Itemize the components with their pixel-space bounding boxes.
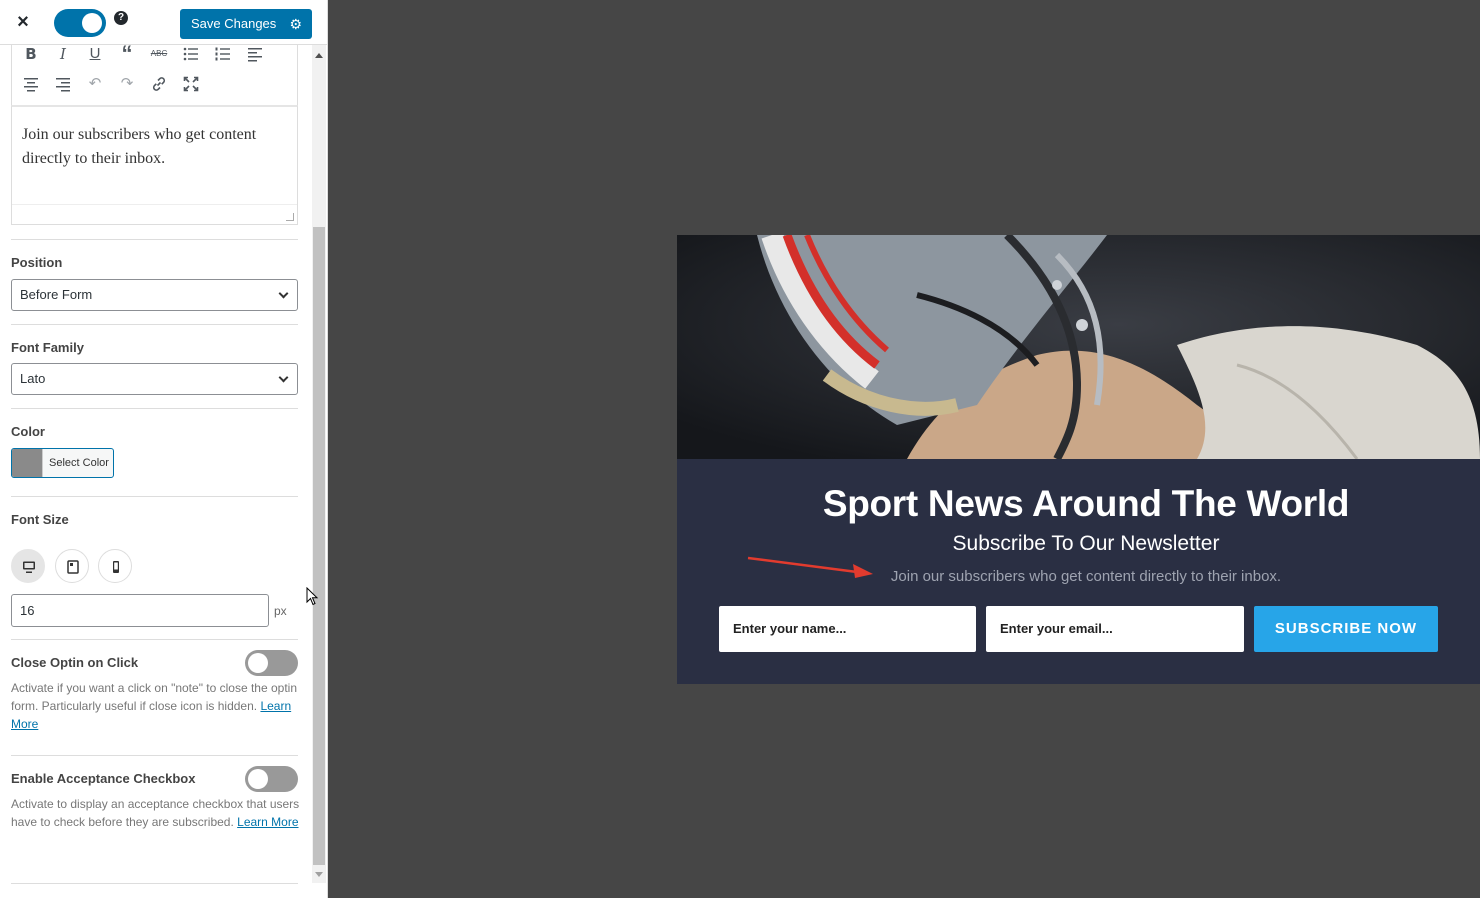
resize-handle-icon[interactable] xyxy=(286,213,294,221)
tablet-icon xyxy=(67,560,79,574)
position-select[interactable]: Before Form xyxy=(11,279,298,311)
divider xyxy=(11,239,298,240)
divider xyxy=(11,883,298,884)
save-changes-button[interactable]: Save Changes ⚙ xyxy=(180,9,312,39)
mouse-cursor-icon xyxy=(306,587,319,606)
close-optin-desc-text: Activate if you want a click on "note" t… xyxy=(11,681,298,713)
divider xyxy=(11,639,298,640)
close-icon[interactable]: × xyxy=(12,11,34,33)
mobile-device-button[interactable] xyxy=(98,549,132,583)
align-center-icon[interactable] xyxy=(18,71,44,97)
toggle-knob xyxy=(248,769,268,789)
help-icon[interactable]: ? xyxy=(114,11,128,25)
position-value: Before Form xyxy=(20,287,93,302)
select-color-label: Select Color xyxy=(49,457,109,469)
toggle-knob xyxy=(82,13,102,33)
learn-more-link[interactable]: Learn More xyxy=(237,815,298,829)
font-family-value: Lato xyxy=(20,371,46,386)
divider xyxy=(11,755,298,756)
editor-content[interactable]: Join our subscribers who get content dir… xyxy=(22,123,292,171)
save-changes-label: Save Changes xyxy=(191,16,277,31)
close-optin-toggle[interactable] xyxy=(245,650,298,676)
acceptance-label: Enable Acceptance Checkbox xyxy=(11,771,196,786)
desktop-icon xyxy=(23,561,35,573)
position-label: Position xyxy=(11,255,63,270)
email-input[interactable]: Enter your email... xyxy=(986,606,1244,652)
sidebar-scrollbar[interactable] xyxy=(312,45,326,883)
close-optin-description: Activate if you want a click on "note" t… xyxy=(11,679,301,733)
sidebar-header: × ? Save Changes ⚙ xyxy=(0,0,327,45)
name-input[interactable]: Enter your name... xyxy=(719,606,976,652)
font-family-select[interactable]: Lato xyxy=(11,363,298,395)
scroll-thumb[interactable] xyxy=(313,227,325,865)
divider xyxy=(11,408,298,409)
hero-image xyxy=(677,235,1480,459)
redo-icon[interactable]: ↷ xyxy=(114,71,140,97)
editor-footer xyxy=(12,204,297,224)
mobile-icon xyxy=(113,561,119,573)
toggle-knob xyxy=(248,653,268,673)
font-size-unit: px xyxy=(274,604,287,618)
font-size-input[interactable]: 16 xyxy=(11,594,269,627)
annotation-arrow-icon xyxy=(747,556,873,578)
font-family-label: Font Family xyxy=(11,340,84,355)
color-swatch xyxy=(12,449,43,477)
optin-title: Sport News Around The World xyxy=(822,483,1350,524)
color-label: Color xyxy=(11,424,45,439)
fullscreen-icon[interactable] xyxy=(178,71,204,97)
customizer-sidebar: × ? Save Changes ⚙ B I U “ ABC ↶ ↷ Join … xyxy=(0,0,328,898)
optin-preview: Sport News Around The World Subscribe To… xyxy=(677,235,1480,684)
font-size-label: Font Size xyxy=(11,512,69,527)
divider xyxy=(11,496,298,497)
acceptance-toggle[interactable] xyxy=(245,766,298,792)
optin-active-toggle[interactable] xyxy=(54,9,106,37)
chevron-down-icon xyxy=(278,372,289,383)
chevron-down-icon xyxy=(278,288,289,299)
link-icon[interactable] xyxy=(146,71,172,97)
scroll-up-icon[interactable] xyxy=(315,53,323,58)
sidebar-panel: B I U “ ABC ↶ ↷ Join our subscribers who… xyxy=(0,41,310,898)
align-right-icon[interactable] xyxy=(50,71,76,97)
gear-icon[interactable]: ⚙ xyxy=(289,9,302,39)
editor-toolbar: B I U “ ABC ↶ ↷ xyxy=(11,41,298,105)
scroll-down-icon[interactable] xyxy=(315,872,323,877)
select-color-button[interactable]: Select Color xyxy=(11,448,114,478)
close-optin-label: Close Optin on Click xyxy=(11,655,139,670)
text-editor[interactable]: Join our subscribers who get content dir… xyxy=(11,105,298,225)
subscribe-button[interactable]: SUBSCRIBE NOW xyxy=(1254,606,1438,652)
undo-icon[interactable]: ↶ xyxy=(82,71,108,97)
desktop-device-button[interactable] xyxy=(11,549,45,583)
acceptance-description: Activate to display an acceptance checkb… xyxy=(11,795,301,831)
divider xyxy=(11,324,298,325)
tablet-device-button[interactable] xyxy=(55,549,89,583)
